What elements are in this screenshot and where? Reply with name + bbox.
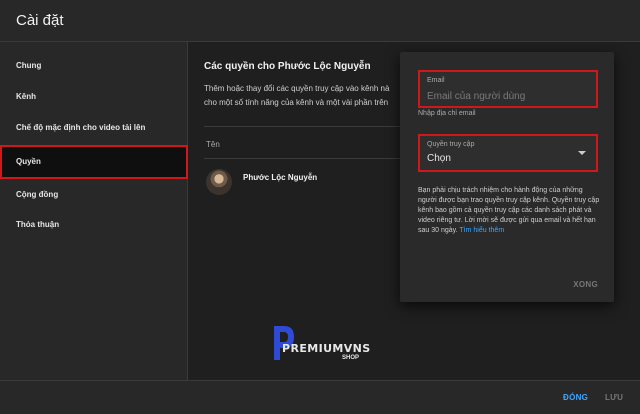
email-helper-text: Nhập địa chỉ email [418, 110, 476, 117]
settings-sidebar: Chung Kênh Chế độ mặc định cho video tải… [0, 42, 188, 380]
description-line-1: Thêm hoặc thay đổi các quyền truy cập và… [204, 84, 390, 93]
email-field-label: Email [427, 77, 445, 84]
sidebar-item-agreements[interactable]: Thỏa thuận [0, 208, 188, 242]
sidebar-item-general[interactable]: Chung [0, 49, 188, 83]
save-button[interactable]: LƯU [605, 393, 623, 402]
member-name: Phước Lộc Nguyễn [243, 173, 318, 182]
done-button[interactable]: XONG [573, 280, 598, 289]
learn-more-link[interactable]: Tìm hiểu thêm [459, 227, 504, 234]
settings-header: Cài đặt [0, 0, 640, 42]
email-field[interactable]: Email [418, 70, 598, 108]
invite-popup: Email Nhập địa chỉ email Quyền truy cập … [400, 52, 614, 302]
access-select-value: Chọn [427, 153, 451, 164]
description-line-2: cho một số tính năng của kênh và một vài… [204, 98, 389, 107]
responsibility-notice: Bạn phải chịu trách nhiệm cho hành động … [418, 186, 600, 236]
page-title: Cài đặt [16, 12, 64, 29]
close-button[interactable]: ĐÓNG [563, 393, 588, 402]
divider [204, 126, 404, 127]
email-input[interactable] [427, 89, 587, 103]
column-header-name: Tên [206, 140, 220, 149]
divider [204, 158, 404, 159]
avatar [206, 169, 232, 195]
watermark-sub: SHOP [342, 355, 360, 361]
caret-down-icon [578, 151, 586, 155]
sidebar-item-channel[interactable]: Kênh [0, 80, 188, 114]
watermark-brand: PREMIUMVNS [282, 342, 371, 355]
access-select-label: Quyền truy cập [427, 141, 475, 148]
dialog-footer: ĐÓNG LƯU [0, 380, 640, 414]
section-title: Các quyền cho Phước Lộc Nguyễn [204, 61, 371, 72]
sidebar-item-upload-defaults[interactable]: Chế độ mặc định cho video tải lên [0, 111, 188, 145]
sidebar-item-permissions[interactable]: Quyền [0, 145, 188, 179]
access-select[interactable]: Quyền truy cập Chọn [418, 134, 598, 172]
sidebar-item-community[interactable]: Cộng đồng [0, 178, 188, 212]
notice-text: Bạn phải chịu trách nhiệm cho hành động … [418, 187, 600, 234]
watermark-logo: PREMIUMVNS SHOP [270, 322, 380, 368]
section-description: Thêm hoặc thay đổi các quyền truy cập và… [204, 82, 404, 110]
